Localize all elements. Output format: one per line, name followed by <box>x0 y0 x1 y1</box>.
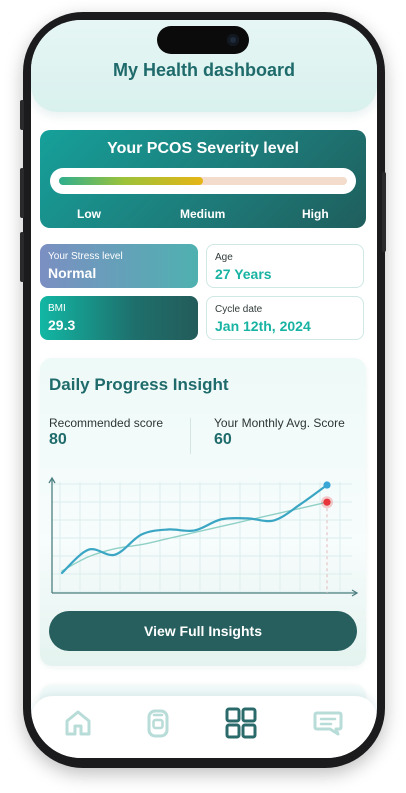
phone-side-button <box>20 168 24 218</box>
phone-side-button <box>382 172 386 252</box>
monthly-score-label: Your Monthly Avg. Score <box>214 416 345 430</box>
phone-side-button <box>20 232 24 282</box>
bottom-nav <box>31 696 377 758</box>
phone-side-button <box>20 100 24 130</box>
age-label: Age <box>215 252 233 263</box>
age-card[interactable]: Age 27 Years <box>206 244 364 288</box>
severity-meter <box>50 168 356 194</box>
bmi-card[interactable]: BMI 29.3 <box>40 296 198 340</box>
camera-icon <box>227 34 239 46</box>
progress-title: Daily Progress Insight <box>49 375 229 394</box>
recommended-score-label: Recommended score <box>49 416 164 430</box>
app-screen: My Health dashboard Your PCOS Severity l… <box>31 20 377 758</box>
series-line-primary <box>60 483 329 574</box>
severity-fill <box>59 177 203 185</box>
score-divider <box>190 418 191 454</box>
cycle-date-label: Cycle date <box>215 304 263 315</box>
severity-label-low: Low <box>77 207 101 221</box>
secondary-series-end-point <box>323 498 331 506</box>
progress-chart <box>48 476 359 597</box>
stress-level-value: Normal <box>48 265 97 281</box>
tracker-icon[interactable] <box>141 706 175 740</box>
bmi-value: 29.3 <box>48 317 76 333</box>
cycle-date-value: Jan 12th, 2024 <box>215 318 311 334</box>
chat-icon[interactable] <box>311 706 345 740</box>
daily-progress-card: Daily Progress Insight Recommended score… <box>40 358 366 666</box>
dashboard-icon[interactable] <box>224 706 258 740</box>
cycle-date-card[interactable]: Cycle date Jan 12th, 2024 <box>206 296 364 340</box>
view-full-insights-button[interactable]: View Full Insights <box>49 611 357 651</box>
recommended-score-value: 80 <box>49 431 67 448</box>
stress-level-label: Your Stress level <box>48 251 123 262</box>
page-title: My Health dashboard <box>112 60 296 80</box>
severity-title: Your PCOS Severity level <box>107 140 299 157</box>
severity-bar <box>59 177 347 185</box>
dynamic-island <box>157 26 249 54</box>
primary-series-end-point <box>323 481 331 489</box>
severity-label-medium: Medium <box>180 207 226 221</box>
home-icon[interactable] <box>61 706 95 740</box>
pcos-severity-card: Your PCOS Severity level Low Medium High <box>40 130 366 228</box>
age-value: 27 Years <box>215 266 272 282</box>
severity-label-high: High <box>302 207 329 221</box>
stress-level-card[interactable]: Your Stress level Normal <box>40 244 198 288</box>
bmi-label: BMI <box>48 303 66 314</box>
monthly-score-value: 60 <box>214 431 232 448</box>
